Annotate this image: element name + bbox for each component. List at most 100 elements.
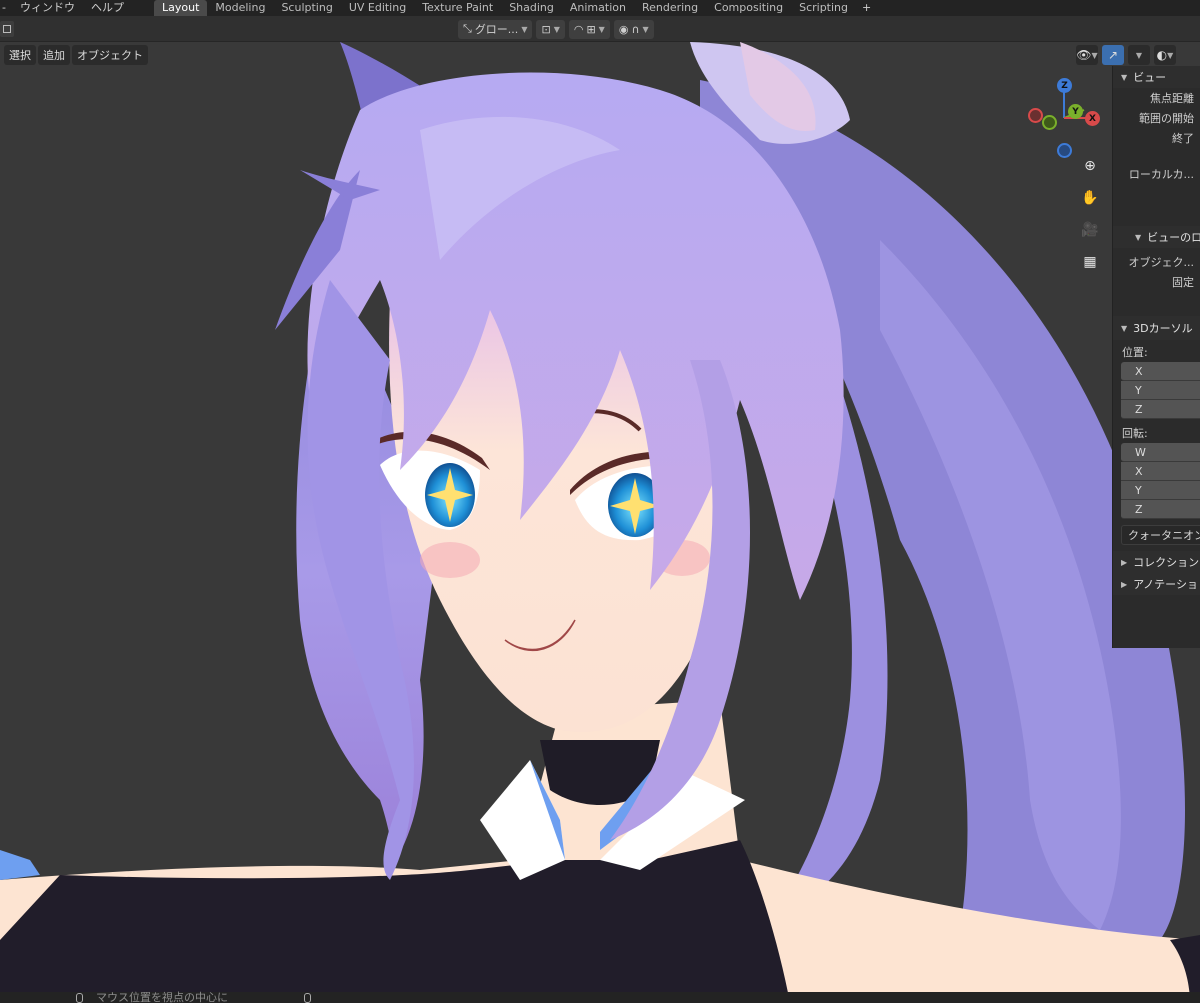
proportional-edit-toggle[interactable]: ◉ ∩ ▼ [613, 19, 654, 39]
tab-animation[interactable]: Animation [562, 0, 634, 16]
clip-end-row[interactable]: 終了 [1113, 128, 1200, 148]
axis-neg-x-button[interactable] [1028, 108, 1043, 123]
lock-object-row[interactable]: オブジェク... [1113, 252, 1200, 272]
rotation-mode-dropdown[interactable]: クォータニオン [1121, 525, 1200, 545]
triangle-down-icon: ▼ [1135, 232, 1142, 242]
camera-icon: 🎥 [1081, 222, 1099, 238]
zoom-button[interactable]: ⊕ [1078, 154, 1102, 178]
viewport-menus: 選択 追加 オブジェクト [4, 45, 148, 65]
select-menu[interactable]: 選択 [4, 45, 36, 65]
add-menu[interactable]: 追加 [38, 45, 70, 65]
triangle-right-icon: ▶ [1121, 579, 1128, 589]
navigation-tools: ⊕ ✋ 🎥 ▦ [1078, 154, 1102, 274]
tab-sculpting[interactable]: Sculpting [273, 0, 340, 16]
3d-cursor-section-header[interactable]: ▼ 3Dカーソル [1113, 316, 1200, 340]
editor-type-button[interactable] [0, 21, 14, 37]
3d-viewport[interactable]: 選択 追加 オブジェクト 👁 ▼ ↗ ▼ ◐ ▼ Z Y X ⊕ ✋ 🎥 ▦ ▼ ビュ… [0, 42, 1200, 992]
viewport-display-controls: 👁 ▼ ↗ ▼ ◐ ▼ [1076, 45, 1176, 65]
transform-orientation-dropdown[interactable]: ⤡ グロー... ▼ [458, 19, 533, 39]
chevron-down-icon: ▼ [642, 24, 649, 34]
tab-uv-editing[interactable]: UV Editing [341, 0, 414, 16]
focal-length-label: 焦点距離 [1150, 92, 1194, 105]
gizmo-dropdown[interactable]: ▼ [1128, 45, 1150, 65]
lock-object-label: オブジェク... [1128, 256, 1195, 269]
lock-option-row[interactable] [1113, 292, 1200, 304]
snap-increment-icon: ⊞ [586, 22, 596, 36]
local-camera-row[interactable]: ローカルカ... [1113, 164, 1200, 184]
cursor-location-y[interactable]: Y [1121, 381, 1200, 400]
editor-type-icon [3, 25, 11, 33]
tab-scripting[interactable]: Scripting [791, 0, 856, 16]
cursor-rotation-x[interactable]: X [1121, 462, 1200, 481]
view-section-label: ビュー [1133, 71, 1167, 84]
3d-cursor-label: 3Dカーソル [1133, 322, 1193, 335]
overlay-toggle[interactable]: ◐ ▼ [1154, 45, 1176, 65]
menu-overflow[interactable]: - [0, 0, 12, 16]
tab-modeling[interactable]: Modeling [207, 0, 273, 16]
blush-left [420, 542, 480, 578]
camera-view-button[interactable]: 🎥 [1078, 218, 1102, 242]
cursor-rotation-w[interactable]: W [1121, 443, 1200, 462]
clip-start-row[interactable]: 範囲の開始 [1113, 108, 1200, 128]
chevron-down-icon: ▼ [598, 24, 605, 34]
tab-texture-paint[interactable]: Texture Paint [414, 0, 501, 16]
add-workspace-button[interactable]: + [856, 0, 877, 16]
axis-x-button[interactable]: X [1085, 111, 1100, 126]
proportional-edit-icon: ◉ [618, 22, 629, 36]
lock-row[interactable]: 固定 [1113, 272, 1200, 292]
zoom-icon: ⊕ [1084, 158, 1096, 174]
pivot-point-icon: ⊡ [541, 22, 551, 36]
cursor-location-z[interactable]: Z [1121, 400, 1200, 419]
eye-icon: 👁 [1076, 48, 1092, 62]
cursor-location-x[interactable]: X [1121, 362, 1200, 381]
mouse-icon [76, 993, 83, 1003]
visibility-toggle[interactable]: 👁 ▼ [1076, 45, 1098, 65]
tab-layout[interactable]: Layout [153, 0, 208, 16]
gizmo-toggle[interactable]: ↗ [1102, 45, 1124, 65]
triangle-down-icon: ▼ [1121, 72, 1128, 82]
view-section-header[interactable]: ▼ ビュー [1113, 66, 1200, 88]
sidebar-n-panel: ▼ ビュー 焦点距離 範囲の開始 終了 ローカルカ... ▼ ビューのロ オブジェク… [1112, 66, 1200, 648]
axis-neg-y-button[interactable] [1042, 115, 1057, 130]
status-bar: マウス位置を視点の中心に [0, 991, 1200, 1003]
snap-icon: ◠ [573, 22, 584, 36]
axis-y-button[interactable]: Y [1068, 104, 1083, 119]
focal-length-row[interactable]: 焦点距離 [1113, 88, 1200, 108]
ortho-toggle-button[interactable]: ▦ [1078, 250, 1102, 274]
cursor-rotation-z[interactable]: Z [1121, 500, 1200, 519]
annotation-section-header[interactable]: ▶ アノテーショ [1113, 573, 1200, 595]
tab-compositing[interactable]: Compositing [706, 0, 791, 16]
menu-window[interactable]: ウィンドウ [12, 0, 83, 16]
view-lock-label: ビューのロ [1147, 231, 1200, 244]
tab-rendering[interactable]: Rendering [634, 0, 706, 16]
collection-section-header[interactable]: ▶ コレクション [1113, 551, 1200, 573]
location-label: 位置: [1122, 346, 1148, 359]
mouse-icon [304, 993, 311, 1003]
empty-checkbox-row[interactable] [1113, 198, 1200, 218]
triangle-right-icon: ▶ [1121, 557, 1128, 567]
pan-button[interactable]: ✋ [1078, 186, 1102, 210]
overlay-icon: ◐ [1156, 48, 1168, 62]
navigation-gizmo[interactable]: Z Y X [1024, 78, 1104, 158]
object-menu[interactable]: オブジェクト [72, 45, 148, 65]
view-lock-section-header[interactable]: ▼ ビューのロ [1113, 226, 1200, 248]
axis-z-button[interactable]: Z [1057, 78, 1072, 93]
chevron-down-icon: ▼ [1167, 50, 1174, 60]
snap-toggle[interactable]: ◠ ⊞ ▼ [568, 19, 610, 39]
status-hint: マウス位置を視点の中心に [96, 991, 228, 1003]
tab-shading[interactable]: Shading [501, 0, 562, 16]
menu-help[interactable]: ヘルプ [83, 0, 132, 16]
chevron-down-icon: ▼ [553, 24, 560, 34]
axis-neg-z-button[interactable] [1057, 143, 1072, 158]
rotation-label: 回転: [1122, 427, 1148, 440]
chevron-down-icon: ▼ [521, 24, 528, 34]
triangle-down-icon: ▼ [1121, 323, 1128, 333]
cursor-rotation-y[interactable]: Y [1121, 481, 1200, 500]
transform-tools: ⤡ グロー... ▼ ⊡ ▼ ◠ ⊞ ▼ ◉ ∩ ▼ [458, 19, 654, 39]
chevron-down-icon: ▼ [1091, 50, 1098, 60]
gizmo-icon: ↗ [1107, 48, 1119, 62]
top-menu-bar: - ウィンドウ ヘルプ Layout Modeling Sculpting UV… [0, 0, 1200, 16]
orientation-label: グロー... [474, 23, 519, 36]
local-camera-label: ローカルカ... [1128, 168, 1194, 181]
pivot-point-dropdown[interactable]: ⊡ ▼ [536, 19, 565, 39]
